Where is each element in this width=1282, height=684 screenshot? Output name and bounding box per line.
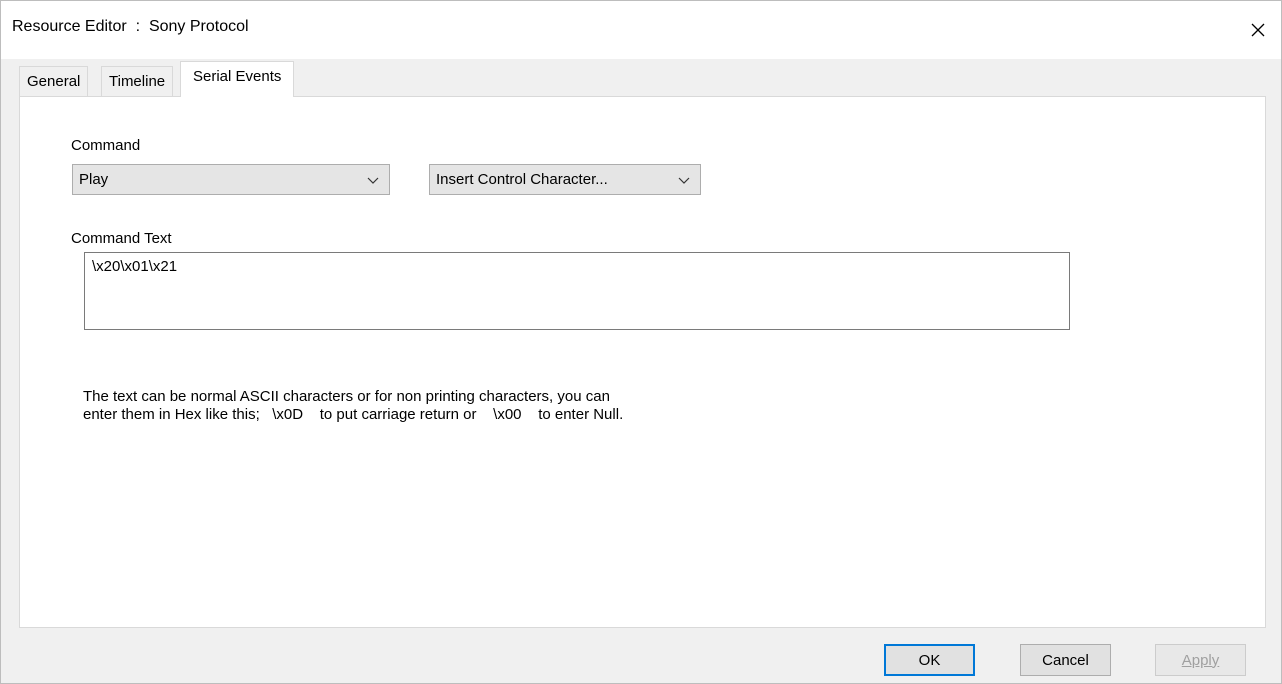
tab-general[interactable]: General [19, 66, 89, 96]
window-title: Resource Editor : Sony Protocol [12, 18, 249, 35]
command-select[interactable]: Play [72, 164, 390, 195]
chevron-down-icon [367, 177, 379, 184]
close-icon [1251, 23, 1265, 37]
cancel-button-label: Cancel [1042, 651, 1089, 669]
tab-label: Timeline [109, 73, 166, 90]
command-text-input[interactable]: \x20\x01\x21 [84, 252, 1070, 330]
chevron-down-icon [678, 177, 690, 184]
ok-button[interactable]: OK [884, 644, 975, 676]
help-text: The text can be normal ASCII characters … [83, 388, 623, 424]
command-label: Command [71, 137, 141, 154]
ok-button-label: OK [918, 651, 941, 669]
insert-control-character-select[interactable]: Insert Control Character... [429, 164, 701, 195]
close-button[interactable] [1235, 1, 1281, 59]
resource-editor-dialog: Resource Editor : Sony Protocol General … [0, 0, 1282, 684]
tab-label: General [27, 73, 81, 90]
tab-strip: General Timeline Serial Events [19, 61, 1282, 97]
tab-serial-events[interactable]: Serial Events [180, 61, 295, 97]
title-bar: Resource Editor : Sony Protocol [1, 1, 1281, 59]
apply-button[interactable]: Apply [1155, 644, 1246, 676]
serial-events-panel: Command Play Insert Control Character...… [19, 96, 1266, 628]
tab-timeline[interactable]: Timeline [101, 66, 174, 96]
help-text-line: The text can be normal ASCII characters … [83, 388, 610, 405]
command-text-label: Command Text [71, 230, 172, 247]
cancel-button[interactable]: Cancel [1020, 644, 1111, 676]
tab-label: Serial Events [193, 68, 282, 85]
help-text-line: enter them in Hex like this; \x0D to put… [83, 406, 624, 423]
command-select-value: Play [79, 171, 109, 188]
apply-button-label: Apply [1181, 651, 1220, 669]
control-character-select-value: Insert Control Character... [436, 171, 608, 188]
